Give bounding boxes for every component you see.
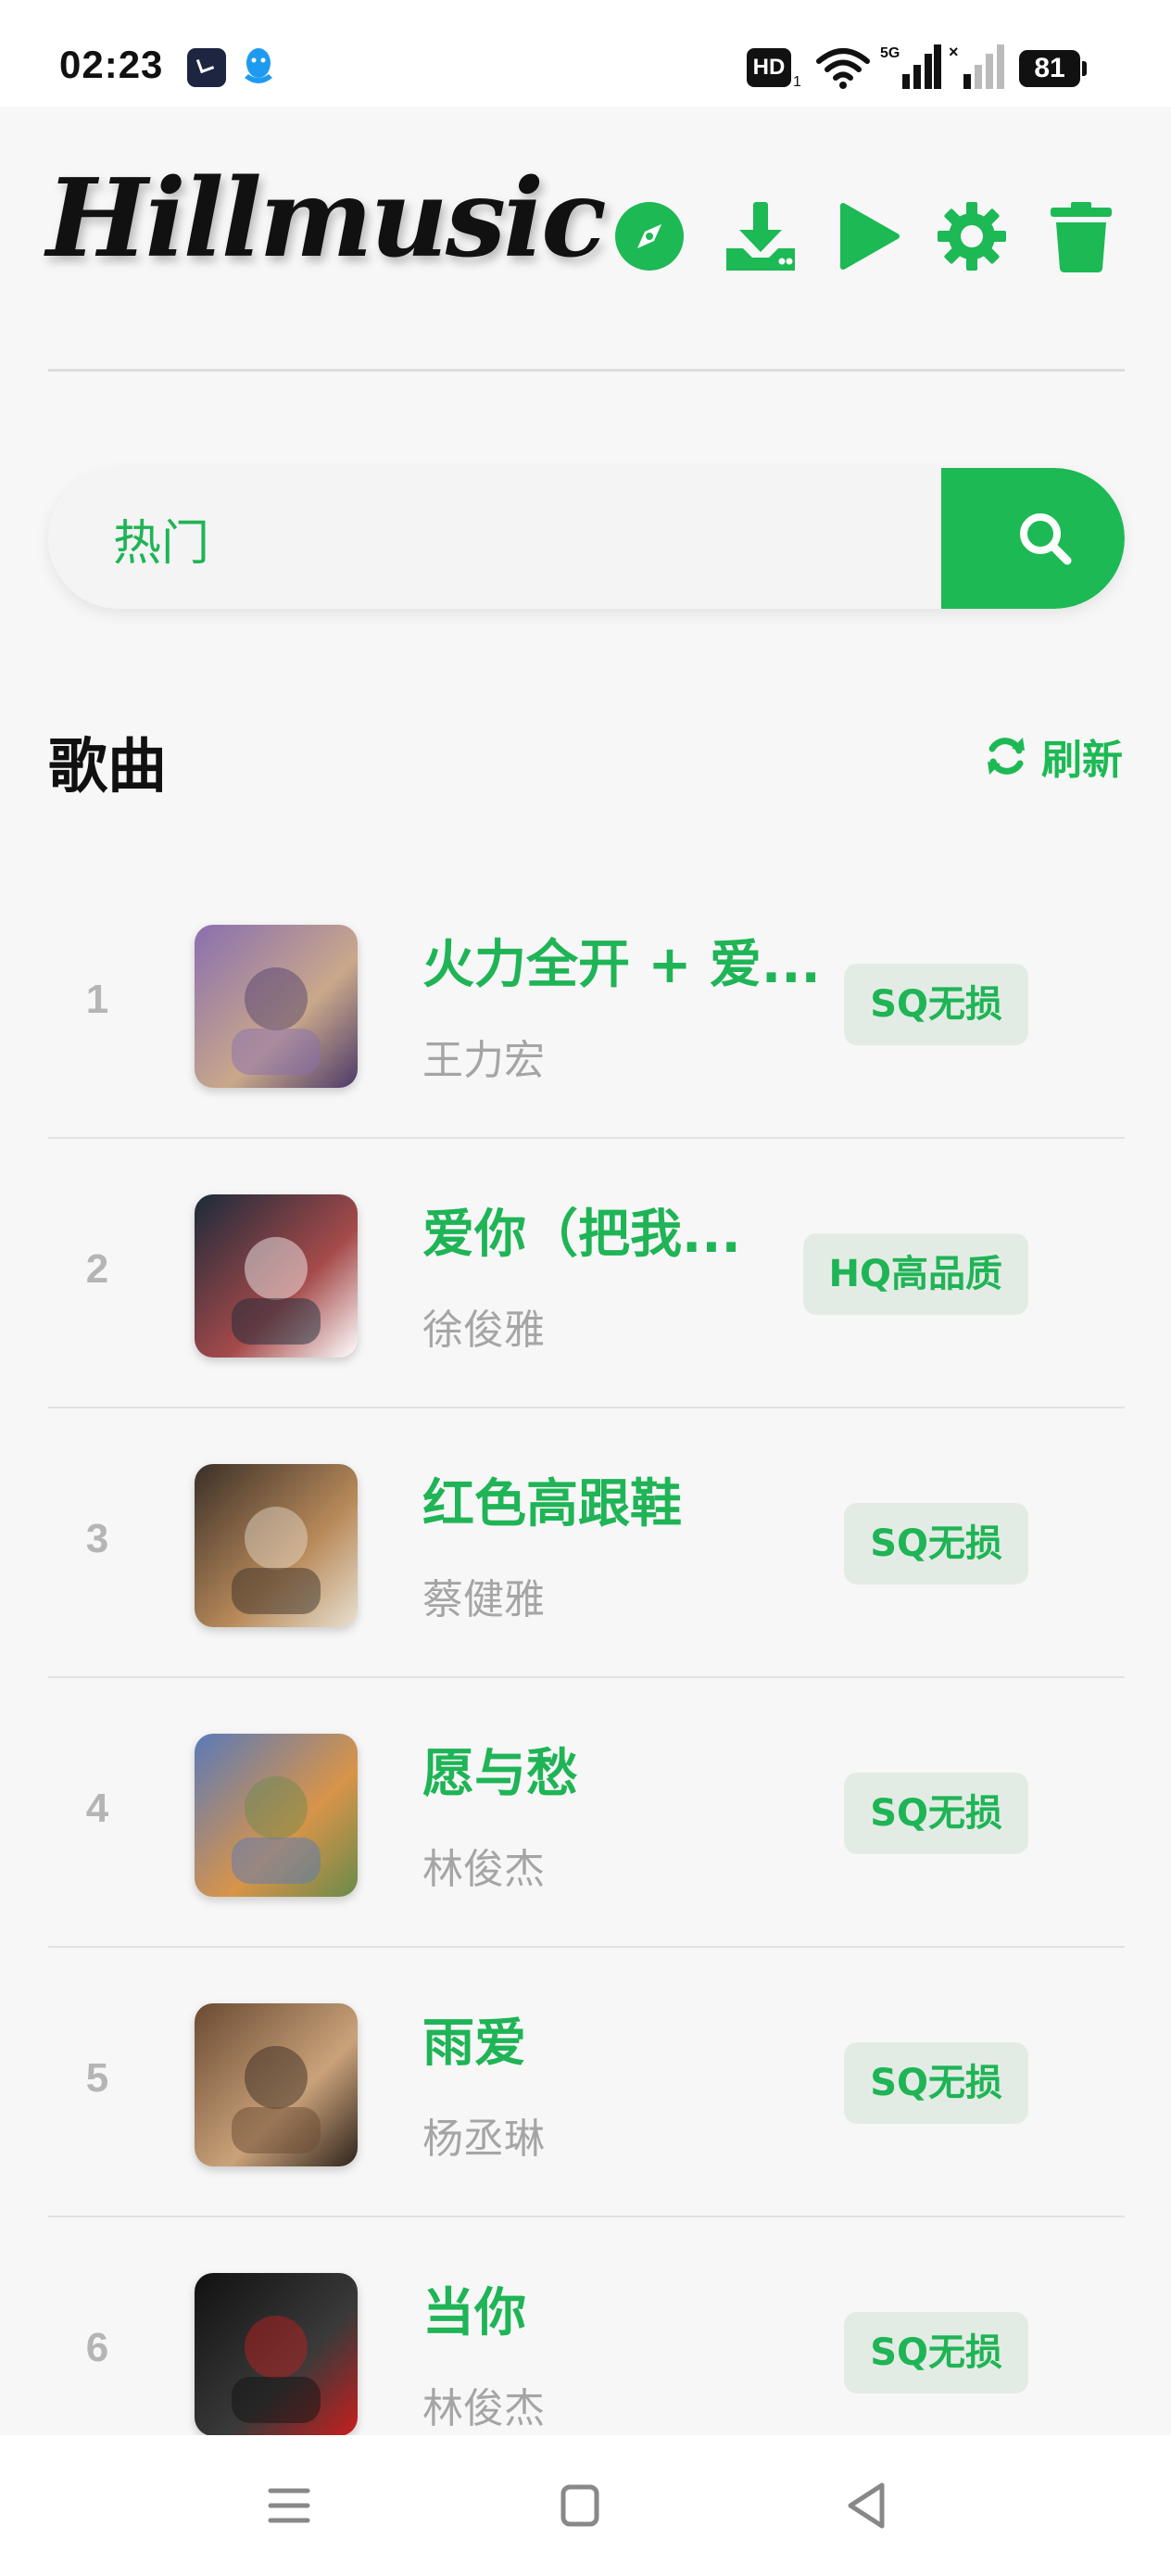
clock-app-icon <box>187 48 226 87</box>
album-cover <box>195 2273 358 2436</box>
settings-icon <box>938 202 1006 271</box>
song-row[interactable]: 4 愿与愁林俊杰 SQ无损 <box>48 1678 1125 1948</box>
song-artist: 徐俊雅 <box>422 1307 545 1354</box>
song-rank: 6 <box>85 2325 109 2370</box>
song-list: 1 火力全开 + 爱... 王力宏 SQ无损 2 爱你（把我... 徐俊雅 HQ高品质 3 红色高… <box>48 869 1125 2487</box>
signal-5g-icon: 5G <box>880 43 941 89</box>
system-nav-bar <box>0 2435 1171 2576</box>
battery-icon: 81 <box>1019 50 1087 87</box>
album-cover <box>195 2003 358 2166</box>
quality-badge[interactable]: SQ无损 <box>844 2042 1028 2124</box>
menu-nav-button[interactable] <box>259 2476 319 2535</box>
song-row[interactable]: 2 爱你（把我... 徐俊雅 HQ高品质 <box>48 1139 1125 1408</box>
menu-icon <box>268 2488 310 2523</box>
song-title[interactable]: 爱你（把我... <box>422 1193 830 1268</box>
app-logo: Hillmusic <box>46 156 607 282</box>
qq-icon <box>239 46 278 89</box>
search-bar <box>48 468 1125 609</box>
search-icon <box>1020 513 1072 565</box>
song-artist: 林俊杰 <box>422 1846 545 1893</box>
settings-button[interactable] <box>936 200 1008 272</box>
album-cover <box>195 1464 358 1627</box>
status-bar: 02:23 HD 1 5G × 81 <box>0 0 1171 107</box>
song-rank: 2 <box>85 1246 109 1292</box>
home-icon <box>560 2484 599 2527</box>
song-title[interactable]: 红色高跟鞋 <box>422 1462 830 1537</box>
song-title[interactable]: 愿与愁 <box>422 1732 830 1807</box>
song-artist: 蔡健雅 <box>422 1576 545 1623</box>
quality-badge[interactable]: SQ无损 <box>844 2312 1028 2393</box>
status-time: 02:23 <box>59 43 164 86</box>
wifi-icon <box>815 44 871 89</box>
header-divider <box>48 369 1125 372</box>
quality-badge[interactable]: SQ无损 <box>844 964 1028 1045</box>
refresh-label: 刷新 <box>1041 737 1123 784</box>
song-title[interactable]: 火力全开 + 爱... <box>422 923 830 998</box>
download-button[interactable] <box>724 200 797 272</box>
hd-icon: HD <box>747 48 791 87</box>
song-rank: 4 <box>85 1786 109 1831</box>
song-rank: 5 <box>85 2055 109 2101</box>
song-artist: 林俊杰 <box>422 2385 545 2432</box>
svg-text:×: × <box>949 43 959 61</box>
clear-button[interactable] <box>1045 200 1117 272</box>
song-row[interactable]: 3 红色高跟鞋蔡健雅 SQ无损 <box>48 1408 1125 1678</box>
section-title: 歌曲 <box>48 733 167 802</box>
album-cover <box>195 925 358 1088</box>
home-nav-button[interactable] <box>550 2476 610 2535</box>
signal-5g-label: 5G <box>880 45 900 61</box>
album-cover <box>195 1194 358 1357</box>
song-rank: 3 <box>85 1516 109 1561</box>
song-rank: 1 <box>85 977 109 1022</box>
album-cover <box>195 1734 358 1897</box>
back-nav-button[interactable] <box>837 2476 897 2535</box>
signal-weak-icon: × <box>949 43 1004 89</box>
quality-badge[interactable]: SQ无损 <box>844 1503 1028 1585</box>
refresh-button[interactable]: 刷新 <box>984 728 1123 784</box>
play-button[interactable] <box>832 200 904 272</box>
song-title[interactable]: 雨爱 <box>422 2001 830 2077</box>
quality-badge[interactable]: SQ无损 <box>844 1773 1028 1854</box>
hd-sub-label: 1 <box>793 74 801 90</box>
refresh-icon <box>988 738 1025 775</box>
song-row[interactable]: 1 火力全开 + 爱... 王力宏 SQ无损 <box>48 869 1125 1139</box>
trash-icon <box>1051 202 1112 272</box>
song-row[interactable]: 5 雨爱杨丞琳 SQ无损 <box>48 1948 1125 2217</box>
download-icon <box>726 202 795 271</box>
compass-icon <box>615 202 684 271</box>
play-icon <box>840 203 900 270</box>
song-artist: 王力宏 <box>422 1037 545 1084</box>
song-title[interactable]: 当你 <box>422 2271 830 2346</box>
quality-badge[interactable]: HQ高品质 <box>802 1233 1028 1315</box>
back-icon <box>848 2482 885 2529</box>
search-input[interactable] <box>48 468 941 609</box>
discover-button[interactable] <box>613 200 686 272</box>
search-button[interactable] <box>941 468 1125 609</box>
song-artist: 杨丞琳 <box>422 2115 545 2163</box>
